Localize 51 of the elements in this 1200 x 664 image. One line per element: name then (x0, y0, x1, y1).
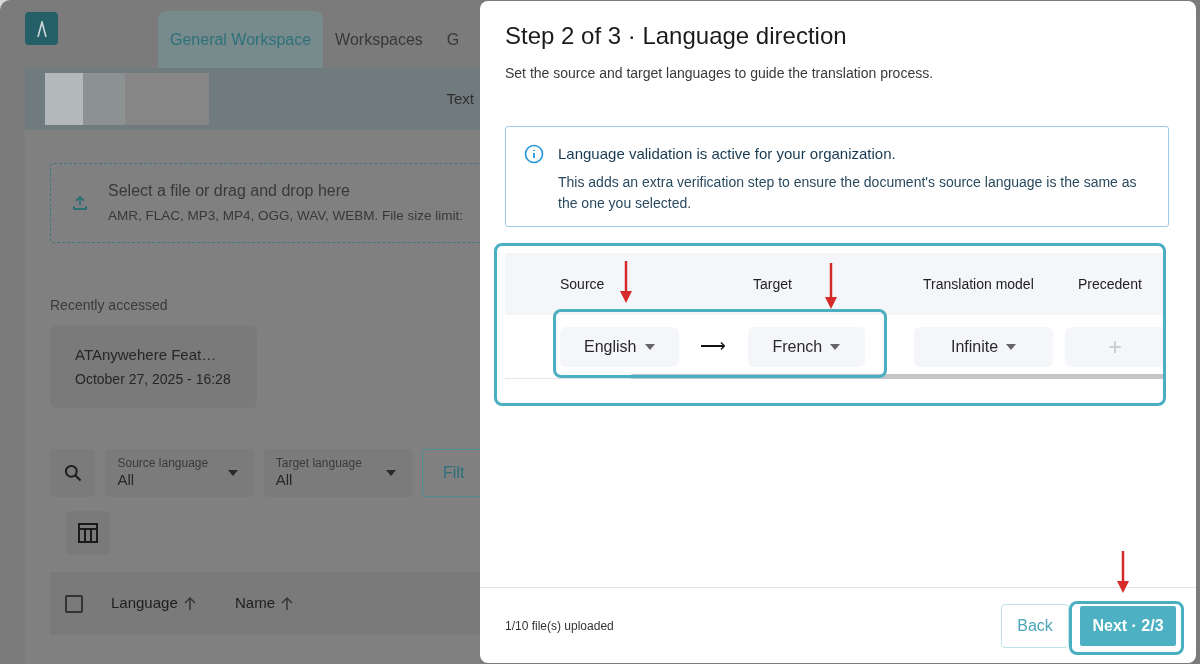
file-date: October 27, 2025 - 16:28 (75, 369, 232, 389)
column-header[interactable]: Name (235, 592, 293, 615)
search-button[interactable] (50, 449, 96, 497)
select-value: All (117, 471, 136, 490)
language-select[interactable]: Target language All (263, 449, 413, 497)
caret-icon (227, 470, 238, 476)
back-button[interactable]: Back (1001, 603, 1069, 648)
caret-icon (1006, 343, 1017, 350)
table-columns-icon (78, 523, 98, 543)
language-select[interactable]: Source language All (105, 449, 254, 497)
target-select[interactable]: French (747, 326, 866, 367)
dialog-subtitle: Set the source and target languages to guide the translation process. (505, 64, 935, 83)
model-select[interactable]: Infinite (914, 326, 1053, 367)
caret-icon (830, 343, 841, 350)
nav-tab[interactable]: Workspaces (323, 11, 435, 68)
column-header: Precedent (1078, 275, 1142, 292)
dialog-title: Step 2 of 3 · Language direction (505, 21, 848, 51)
upload-icon (71, 194, 89, 212)
notice-title: Language validation is active for your organization. (558, 144, 897, 164)
checkbox[interactable] (65, 594, 83, 613)
upload-formats: AMR, FLAC, MP3, MP4, OGG, WAV, WEBM. File size limit: (108, 207, 464, 226)
sort-arrow-icon (281, 596, 293, 611)
annotation-arrow (824, 263, 838, 309)
column-header: Source (560, 275, 605, 292)
annotation-arrow (1116, 551, 1130, 593)
column-header: Target (753, 275, 792, 292)
column-header[interactable]: Language (111, 592, 235, 615)
select-value: All (275, 471, 294, 490)
source-select[interactable]: English (560, 326, 679, 367)
sort-arrow-icon (183, 596, 196, 611)
columns-button[interactable] (66, 511, 110, 555)
upload-title: Select a file or drag and drop here (108, 181, 351, 202)
notice-body: This adds an extra verification step to ensure the document's source language is the same as the one you selected. (558, 172, 1138, 213)
direction-arrow: ⟶ (699, 335, 727, 358)
upload-status: 1/10 file(s) uploaded (505, 617, 614, 635)
next-button[interactable]: Next · 2/3 (1078, 603, 1178, 648)
info-icon (524, 144, 544, 164)
caret-icon (644, 343, 655, 350)
select-label: Source language (117, 456, 210, 472)
file-name: ATAnywehere Feat… (75, 345, 218, 366)
search-icon (62, 463, 83, 483)
column-header: Translation model (923, 275, 1034, 292)
nav-tab[interactable]: G (434, 11, 472, 68)
annotation-arrow (619, 261, 633, 303)
select-label: Target language (275, 456, 363, 472)
thumbnail-placeholder (45, 73, 83, 125)
caret-icon (386, 470, 397, 476)
recent-file-card[interactable]: ATAnywehere Feat… October 27, 2025 - 16:28 (50, 326, 257, 408)
section-heading: Recently accessed (50, 296, 169, 315)
banner-text: Text (446, 88, 474, 109)
logo-icon (25, 12, 58, 45)
